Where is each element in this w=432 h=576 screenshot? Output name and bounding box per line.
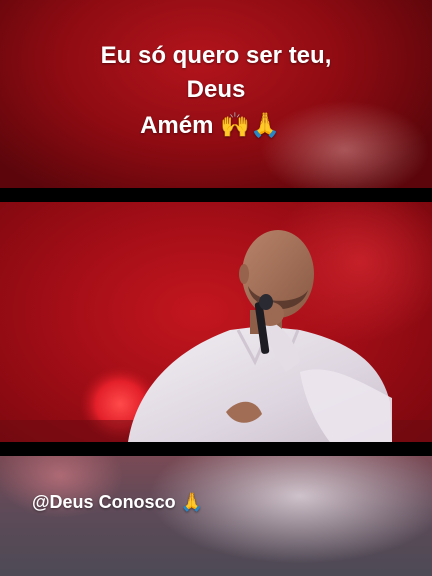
channel-credit: @Deus Conosco 🙏 xyxy=(32,492,203,512)
microphone-head xyxy=(259,294,273,310)
letterbox-bar-top xyxy=(0,188,432,202)
caption-line-2: Deus xyxy=(186,76,246,103)
letterbox-bar-bottom xyxy=(0,442,432,456)
caption-line-3: Amém 🙌🙏 xyxy=(140,112,280,139)
singer-ear xyxy=(239,264,249,284)
blurred-backdrop-bottom xyxy=(0,456,432,576)
singer-scene xyxy=(0,202,432,442)
caption-line-1: Eu só quero ser teu, xyxy=(100,42,332,69)
video-frame: Eu só quero ser teu, Deus Amém 🙌🙏 @Deus … xyxy=(0,0,432,576)
stage-video xyxy=(0,202,432,442)
